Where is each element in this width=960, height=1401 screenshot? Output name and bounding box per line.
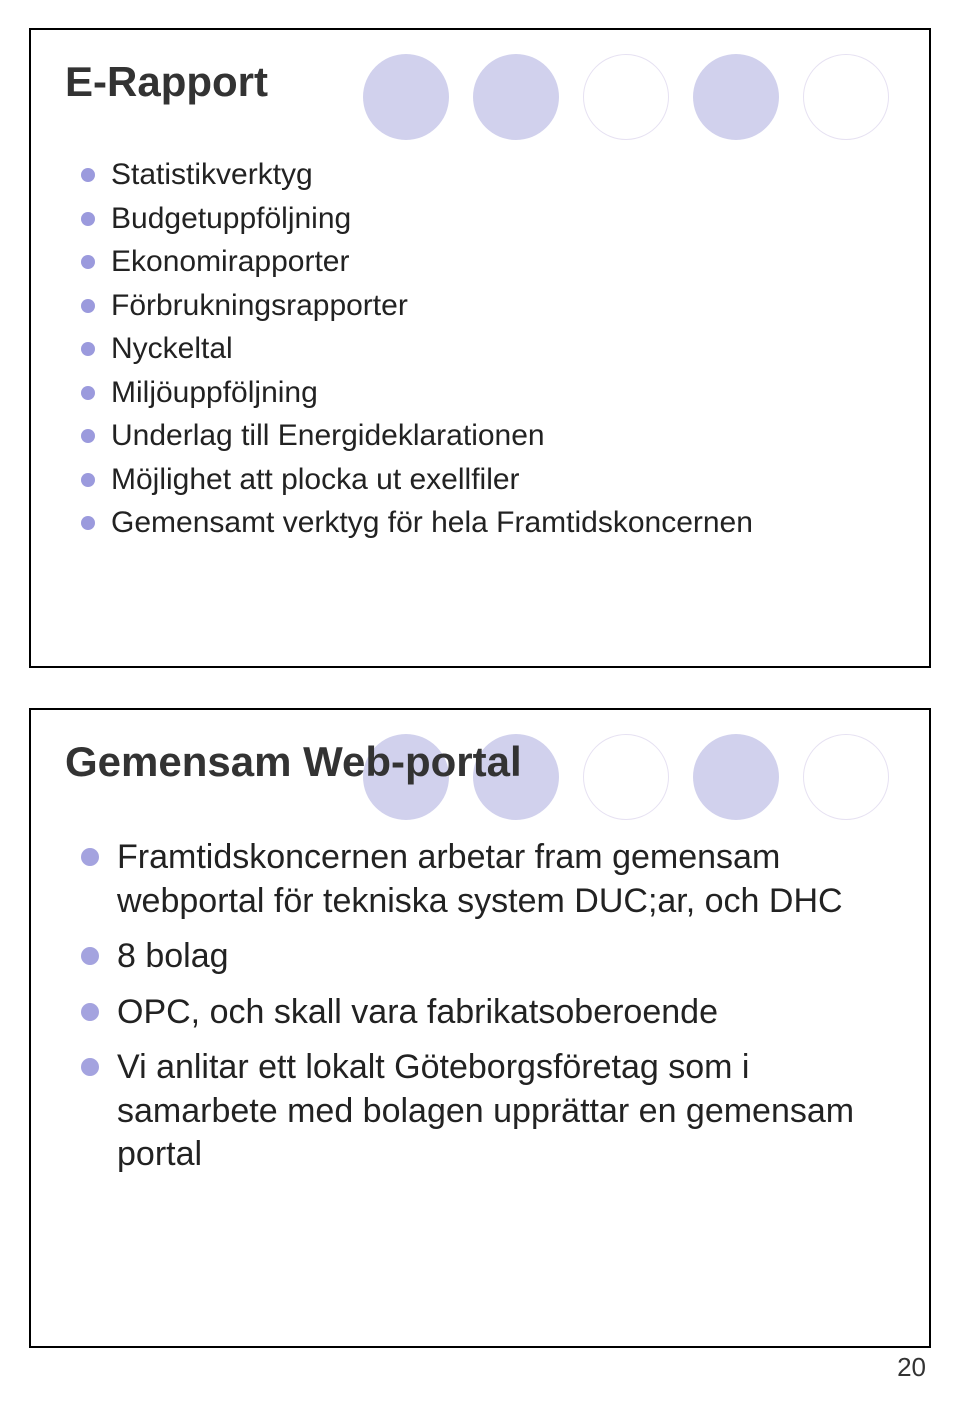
bubble-icon (583, 54, 669, 140)
bubble-icon (803, 734, 889, 820)
list-item: Miljöuppföljning (81, 374, 889, 412)
list-item: Budgetuppföljning (81, 200, 889, 238)
handout-page: E-Rapport Statistikverktyg Budgetuppfölj… (0, 0, 960, 1401)
slide-body: Statistikverktyg Budgetuppföljning Ekono… (81, 156, 889, 548)
decor-bubbles (363, 54, 889, 140)
slide-1: E-Rapport Statistikverktyg Budgetuppfölj… (29, 28, 931, 668)
list-item: 8 bolag (81, 935, 889, 979)
list-item: Möjlighet att plocka ut exellfiler (81, 461, 889, 499)
list-item: Nyckeltal (81, 330, 889, 368)
list-item: OPC, och skall vara fabrikatsoberoende (81, 991, 889, 1035)
bubble-icon (693, 734, 779, 820)
list-item: Statistikverktyg (81, 156, 889, 194)
list-item: Ekonomirapporter (81, 243, 889, 281)
list-item: Vi anlitar ett lokalt Göteborgsföretag s… (81, 1046, 889, 1177)
bubble-icon (803, 54, 889, 140)
bullet-list: Framtidskoncernen arbetar fram gemensam … (81, 836, 889, 1177)
list-item: Framtidskoncernen arbetar fram gemensam … (81, 836, 889, 923)
list-item: Gemensamt verktyg för hela Framtidskonce… (81, 504, 889, 542)
bubble-icon (363, 54, 449, 140)
bubble-icon (473, 54, 559, 140)
bubble-icon (693, 54, 779, 140)
slide-title: Gemensam Web-portal (65, 738, 522, 786)
list-item: Förbrukningsrapporter (81, 287, 889, 325)
page-number: 20 (897, 1352, 926, 1383)
slide-title: E-Rapport (65, 58, 268, 106)
list-item: Underlag till Energideklarationen (81, 417, 889, 455)
slide-body: Framtidskoncernen arbetar fram gemensam … (81, 836, 889, 1189)
bubble-icon (583, 734, 669, 820)
slide-2: Gemensam Web-portal Framtidskoncernen ar… (29, 708, 931, 1348)
bullet-list: Statistikverktyg Budgetuppföljning Ekono… (81, 156, 889, 542)
